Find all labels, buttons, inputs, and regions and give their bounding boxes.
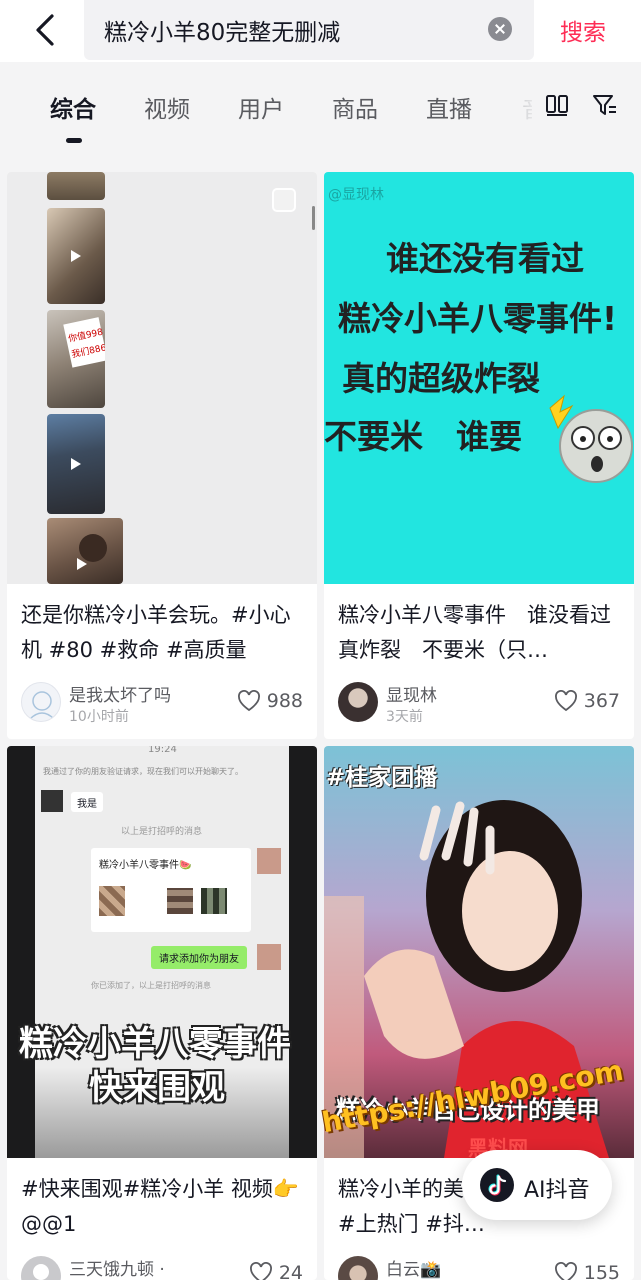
tab-products[interactable]: 商品 bbox=[332, 90, 378, 124]
mosaic-thumb bbox=[167, 888, 193, 914]
search-button[interactable]: 搜索 bbox=[560, 13, 606, 47]
active-tab-indicator bbox=[66, 138, 82, 143]
like-count-value: 24 bbox=[278, 1262, 303, 1280]
thumbnail bbox=[47, 172, 105, 200]
thumbnail: 你值998 我们886 bbox=[47, 310, 105, 408]
chat-bubble: 我是 bbox=[71, 792, 103, 812]
heart-outline-icon bbox=[554, 690, 577, 712]
result-card-2[interactable]: @显现林 谁还没有看过 糕冷小羊八零事件! 真的超级炸裂 不要米 谁要 糕冷小羊… bbox=[324, 172, 634, 739]
tab-video[interactable]: 视频 bbox=[144, 90, 190, 124]
like-count[interactable]: 24 bbox=[249, 1262, 303, 1280]
play-icon bbox=[71, 458, 81, 470]
author-name[interactable]: 白云📸 bbox=[386, 1255, 441, 1280]
like-count-value: 155 bbox=[583, 1262, 620, 1280]
sign-board: 你值998 我们886 bbox=[63, 317, 105, 368]
cover-tag: #桂家团播 bbox=[326, 765, 438, 791]
result-title: 还是你糕冷小羊会玩。#小心机 #80 #救命 #高质量 bbox=[21, 603, 291, 662]
cover-overlay-2: 快来围观 bbox=[89, 1068, 225, 1108]
like-count[interactable]: 155 bbox=[554, 1262, 620, 1280]
douyin-logo-icon bbox=[480, 1168, 514, 1202]
cover-line-3: 真的超级炸裂 bbox=[342, 359, 540, 398]
like-count-value: 988 bbox=[266, 690, 303, 712]
result-card-1[interactable]: 你值998 我们886 还是你糕冷小羊会玩。#小心机 #80 #救命 #高质量 … bbox=[7, 172, 317, 739]
thumbnail bbox=[47, 518, 123, 584]
ai-douyin-button[interactable]: AI抖音 bbox=[462, 1150, 612, 1220]
ai-douyin-label: AI抖音 bbox=[524, 1178, 590, 1203]
chat-avatar bbox=[257, 944, 281, 970]
tab-live[interactable]: 直播 bbox=[426, 90, 472, 124]
chevron-left-icon bbox=[36, 14, 54, 46]
top-bar: 糕冷小羊80完整无删减 搜索 bbox=[0, 0, 641, 62]
cover-line-1: 谁还没有看过 bbox=[386, 239, 584, 278]
search-input[interactable]: 糕冷小羊80完整无删减 bbox=[84, 0, 534, 60]
like-count[interactable]: 988 bbox=[237, 690, 303, 712]
cover-line-4: 不要米 谁要 bbox=[324, 417, 522, 456]
author-name[interactable]: 显现林 bbox=[386, 681, 437, 706]
post-time: 10小时前 bbox=[69, 709, 129, 725]
scroll-indicator bbox=[312, 206, 315, 230]
chat-time: 19:24 bbox=[148, 746, 177, 755]
avatar[interactable] bbox=[338, 682, 378, 722]
result-title: 糕冷小羊八零事件 谁没看过 真炸裂 不要米（只… bbox=[338, 603, 622, 662]
shocked-face-icon bbox=[549, 394, 633, 483]
thumbnail bbox=[47, 414, 105, 514]
post-time: 3天前 bbox=[386, 709, 423, 725]
heart-outline-icon bbox=[237, 690, 260, 712]
search-query: 糕冷小羊80完整无删减 bbox=[104, 20, 341, 46]
result-card-3[interactable]: 19:24 我通过了你的朋友验证请求，现在我们可以开始聊天了。 我是 以上是打招… bbox=[7, 746, 317, 1280]
play-icon bbox=[71, 250, 81, 262]
clear-icon[interactable] bbox=[488, 17, 512, 41]
chat-added-note: 你已添加了，以上是打招呼的消息 bbox=[91, 981, 211, 990]
chat-me-label: 我是 bbox=[77, 799, 97, 810]
two-column-layout-icon[interactable] bbox=[545, 93, 569, 117]
tab-comprehensive[interactable]: 综合 bbox=[50, 90, 96, 124]
avatar[interactable] bbox=[21, 1256, 61, 1280]
chat-card-title: 糕冷小羊八零事件🍉 bbox=[99, 860, 192, 871]
chat-greeting-note: 以上是打招呼的消息 bbox=[121, 827, 203, 837]
cover-watermark: @显现林 bbox=[328, 187, 384, 203]
result-cover-1: 你值998 我们886 bbox=[7, 172, 317, 584]
tab-fade bbox=[510, 62, 540, 162]
heart-outline-icon bbox=[554, 1262, 577, 1280]
chat-request: 请求添加你为朋友 bbox=[159, 954, 239, 965]
chat-avatar bbox=[257, 848, 281, 874]
avatar[interactable] bbox=[338, 1256, 378, 1280]
cover-overlay-1: 糕冷小羊八零事件 bbox=[19, 1024, 291, 1064]
tab-bar: 综合 视频 用户 商品 直播 音 bbox=[0, 62, 641, 162]
thumbnail bbox=[47, 208, 105, 304]
chat-system-msg: 我通过了你的朋友验证请求，现在我们可以开始聊天了。 bbox=[43, 767, 243, 776]
avatar-sketch bbox=[29, 691, 55, 720]
multi-image-icon bbox=[272, 188, 296, 212]
default-avatar-icon bbox=[33, 1264, 49, 1280]
mosaic-thumb bbox=[201, 888, 227, 914]
author-name[interactable]: 是我太坏了吗 bbox=[69, 681, 171, 706]
result-cover-3: 19:24 我通过了你的朋友验证请求，现在我们可以开始聊天了。 我是 以上是打招… bbox=[7, 746, 317, 1158]
like-count[interactable]: 367 bbox=[554, 690, 620, 712]
chat-request-bubble: 请求添加你为朋友 bbox=[151, 946, 247, 969]
mosaic-thumb bbox=[99, 886, 125, 916]
play-icon bbox=[77, 534, 107, 570]
author-name[interactable]: 三天饿九顿 · bbox=[69, 1255, 165, 1280]
filter-icon[interactable] bbox=[592, 93, 618, 117]
chat-card: 糕冷小羊八零事件🍉 bbox=[91, 848, 251, 932]
avatar[interactable] bbox=[21, 682, 61, 722]
like-count-value: 367 bbox=[583, 690, 620, 712]
back-button[interactable] bbox=[26, 10, 66, 50]
chat-avatar bbox=[41, 790, 63, 812]
tab-users[interactable]: 用户 bbox=[238, 90, 284, 124]
cover-line-2: 糕冷小羊八零事件! bbox=[338, 299, 618, 338]
heart-outline-icon bbox=[249, 1262, 272, 1280]
result-title: #快来围观#糕冷小羊 视频👉@@1 bbox=[21, 1177, 300, 1236]
result-cover-2: @显现林 谁还没有看过 糕冷小羊八零事件! 真的超级炸裂 不要米 谁要 bbox=[324, 172, 634, 584]
